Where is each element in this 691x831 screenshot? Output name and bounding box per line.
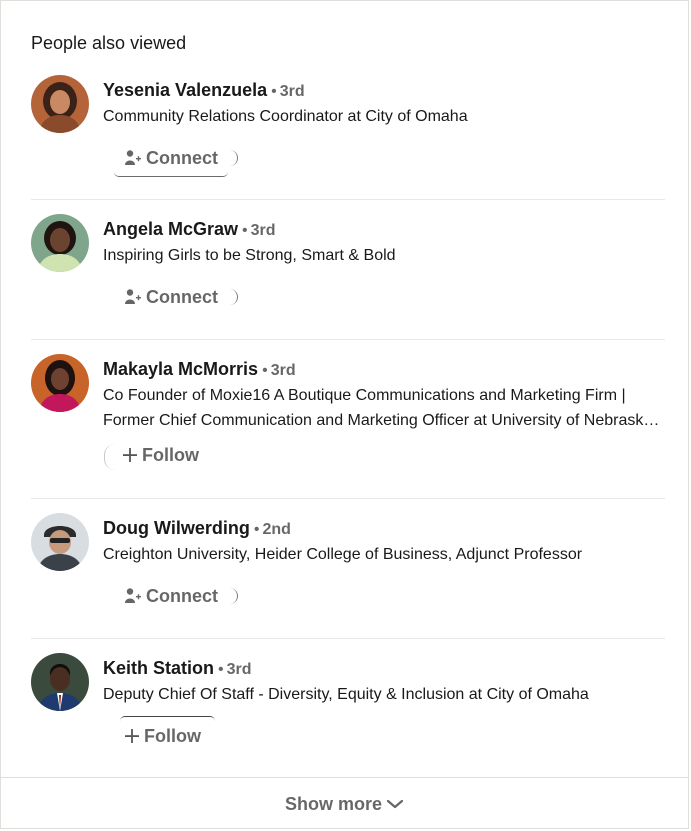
separator-dot: • bbox=[242, 222, 248, 239]
person-headline: Creighton University, Heider College of … bbox=[103, 546, 583, 563]
avatar[interactable] bbox=[31, 214, 89, 272]
person-name[interactable]: Yesenia Valenzuela bbox=[103, 80, 267, 100]
button-outline bbox=[229, 150, 238, 166]
person-info: Angela McGraw • 3rd Inspiring Girls to be … bbox=[103, 218, 665, 268]
follow-button-label: Follow bbox=[144, 725, 201, 746]
people-list: Yesenia Valenzuela • 3rd Community Relatio… bbox=[31, 71, 665, 775]
button-outline bbox=[120, 716, 215, 721]
avatar[interactable] bbox=[31, 75, 89, 133]
plus-icon bbox=[124, 728, 140, 744]
connection-degree: 3rd bbox=[250, 222, 276, 239]
connect-button[interactable]: Connect bbox=[114, 141, 238, 177]
separator-dot: • bbox=[253, 521, 260, 538]
person-name[interactable]: Makayla McMorris bbox=[103, 359, 258, 379]
connect-button[interactable]: Connect bbox=[114, 579, 238, 613]
list-item: Makayla McMorris • 3rd Co Founder of Moxie… bbox=[31, 340, 665, 499]
person-info: Makayla McMorris • 3rd Co Founder of Moxie… bbox=[103, 358, 665, 433]
show-more-bar: Show more bbox=[1, 777, 688, 831]
follow-button-label: Follow bbox=[142, 444, 199, 465]
connect-button[interactable]: Connect bbox=[114, 280, 238, 314]
button-outline bbox=[114, 172, 228, 177]
person-info: Doug Wilwerding • 2nd Creighton University… bbox=[103, 517, 665, 567]
person-name[interactable]: Angela McGraw bbox=[103, 219, 238, 239]
plus-icon bbox=[122, 447, 138, 463]
separator-dot: • bbox=[271, 83, 277, 100]
connect-button-label: Connect bbox=[146, 147, 218, 168]
connection-degree: 3rd bbox=[279, 83, 305, 100]
person-headline: Community Relations Coordinator at City … bbox=[103, 108, 468, 125]
people-also-viewed-card: People also viewed Yesenia Valenzuela • 3r… bbox=[0, 0, 689, 829]
list-item: Keith Station • 3rd Deputy Chief Of Staff … bbox=[31, 639, 665, 775]
person-headline: Deputy Chief Of Staff - Diversity, Equit… bbox=[103, 686, 589, 703]
connect-button-label: Connect bbox=[146, 286, 218, 307]
person-name[interactable]: Doug Wilwerding bbox=[103, 518, 250, 538]
follow-button[interactable]: Follow bbox=[114, 716, 221, 753]
list-item: Doug Wilwerding • 2nd Creighton University… bbox=[31, 499, 665, 639]
person-headline: Co Founder of Moxie16 A Boutique Communi… bbox=[103, 387, 653, 429]
list-item: Yesenia Valenzuela • 3rd Community Relatio… bbox=[31, 71, 665, 200]
avatar[interactable] bbox=[31, 513, 89, 571]
follow-button[interactable]: Follow bbox=[104, 438, 219, 472]
person-name[interactable]: Keith Station bbox=[103, 658, 214, 678]
separator-dot: • bbox=[218, 661, 224, 678]
person-headline: Inspiring Girls to be Strong, Smart & Bo… bbox=[103, 247, 396, 264]
connection-degree: 3rd bbox=[270, 362, 296, 379]
connect-button-label: Connect bbox=[146, 585, 218, 606]
avatar[interactable] bbox=[31, 354, 89, 412]
chevron-down-icon bbox=[386, 794, 404, 815]
list-item: Angela McGraw • 3rd Inspiring Girls to be … bbox=[31, 200, 665, 340]
person-info: Keith Station • 3rd Deputy Chief Of Staff … bbox=[103, 657, 665, 707]
button-outline bbox=[229, 588, 238, 604]
connection-degree: 3rd bbox=[226, 661, 252, 678]
section-title: People also viewed bbox=[31, 33, 187, 53]
button-outline bbox=[104, 444, 115, 470]
add-person-icon bbox=[124, 587, 142, 605]
avatar[interactable] bbox=[31, 653, 89, 711]
button-outline bbox=[229, 289, 238, 305]
add-person-icon bbox=[124, 149, 142, 167]
show-more-button[interactable]: Show more bbox=[285, 794, 404, 815]
separator-dot: • bbox=[262, 362, 268, 379]
show-more-label: Show more bbox=[284, 794, 382, 814]
add-person-icon bbox=[124, 288, 142, 306]
connection-degree: 2nd bbox=[262, 521, 291, 538]
person-info: Yesenia Valenzuela • 3rd Community Relatio… bbox=[103, 79, 665, 129]
